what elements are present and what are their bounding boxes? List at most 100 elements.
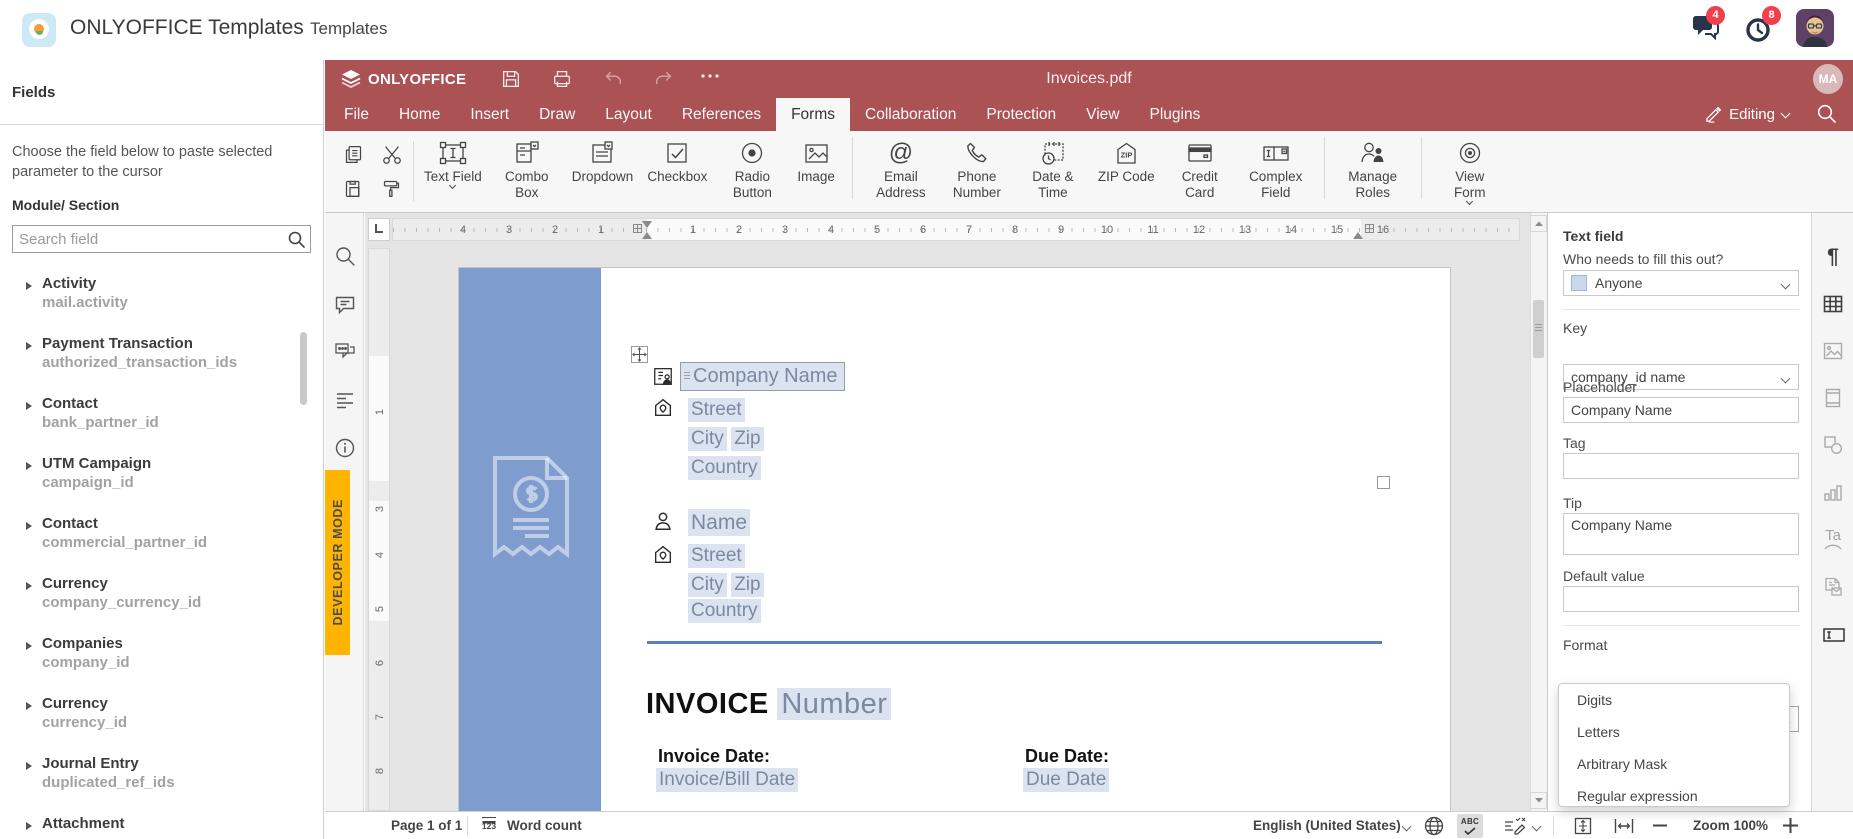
field-anchor-marker[interactable] xyxy=(1377,476,1390,489)
module-list-item[interactable]: Payment Transaction authorized_transacti… xyxy=(0,326,296,386)
right-indent-marker[interactable] xyxy=(1353,232,1363,239)
language-selector[interactable]: English (United States) xyxy=(1253,818,1401,833)
module-list-item[interactable]: Contact bank_partner_id xyxy=(0,386,296,446)
tip-input[interactable]: Company Name xyxy=(1563,513,1799,555)
print-icon[interactable] xyxy=(551,68,573,90)
image-settings-icon[interactable] xyxy=(1822,340,1844,362)
name-field[interactable]: Name xyxy=(688,509,750,536)
tab-references[interactable]: References xyxy=(667,98,776,131)
tab-layout[interactable]: Layout xyxy=(590,98,667,131)
undo-icon[interactable] xyxy=(602,68,624,90)
expand-arrow-icon[interactable] xyxy=(26,762,32,770)
text-field-button[interactable]: Text Field xyxy=(417,135,489,190)
invoice-date-field[interactable]: Invoice/Bill Date xyxy=(656,768,798,792)
textart-settings-icon[interactable]: Ta xyxy=(1822,528,1844,550)
company-name-field[interactable]: Company Name xyxy=(680,362,845,391)
first-line-indent-marker[interactable] xyxy=(642,221,652,228)
headers-footers-settings-icon[interactable] xyxy=(1822,387,1844,409)
word-count-label[interactable]: Word count xyxy=(507,818,582,833)
chat-panel-icon[interactable] xyxy=(334,341,356,363)
about-icon[interactable] xyxy=(334,437,356,459)
role-dropdown[interactable]: Anyone xyxy=(1563,270,1799,296)
invoice-number-field[interactable]: Number xyxy=(777,688,891,720)
cut-icon[interactable] xyxy=(381,144,403,166)
table-column-marker-icon[interactable] xyxy=(1365,224,1374,233)
paste-icon[interactable] xyxy=(343,178,365,200)
placeholder-input[interactable] xyxy=(1563,397,1799,423)
expand-arrow-icon[interactable] xyxy=(26,282,32,290)
expand-arrow-icon[interactable] xyxy=(26,462,32,470)
chart-settings-icon[interactable] xyxy=(1822,481,1844,503)
block-move-handle[interactable] xyxy=(631,346,648,363)
horizontal-ruler[interactable]: 4321 12345678910111213141516 xyxy=(392,218,1520,241)
scroll-up-icon[interactable] xyxy=(1530,215,1547,232)
navigation-icon[interactable] xyxy=(334,389,356,411)
zoom-out-button[interactable] xyxy=(1653,824,1667,827)
editor-search-icon[interactable] xyxy=(1816,103,1837,124)
spellcheck-toggle[interactable]: ABC xyxy=(1457,814,1483,838)
radio-button-button[interactable]: Radio Button xyxy=(714,135,790,203)
default-value-input[interactable] xyxy=(1563,586,1799,612)
more-icon[interactable] xyxy=(700,72,722,94)
table-settings-icon[interactable] xyxy=(1822,293,1844,315)
view-form-button[interactable]: View Form xyxy=(1432,135,1508,206)
collaborator-avatar[interactable]: MA xyxy=(1813,64,1843,94)
vertical-ruler[interactable]: 1345678 xyxy=(368,248,390,811)
comments-icon[interactable] xyxy=(334,293,356,315)
page-indicator[interactable]: Page 1 of 1 xyxy=(391,818,462,833)
tab-view[interactable]: View xyxy=(1071,98,1134,131)
format-option[interactable]: Digits xyxy=(1559,684,1789,716)
city-zip-fields[interactable]: City Zip xyxy=(688,573,764,597)
field-drag-grip[interactable] xyxy=(684,372,690,373)
tab-draw[interactable]: Draw xyxy=(524,98,590,131)
checkbox-button[interactable]: Checkbox xyxy=(640,135,714,187)
expand-arrow-icon[interactable] xyxy=(26,822,32,830)
user-avatar[interactable] xyxy=(1796,9,1834,47)
sidebar-scrollbar[interactable] xyxy=(300,332,307,405)
expand-arrow-icon[interactable] xyxy=(26,702,32,710)
credit-card-button[interactable]: Credit Card xyxy=(1162,135,1238,203)
dropdown-button[interactable]: Dropdown xyxy=(565,135,641,187)
module-list-item[interactable]: UTM Campaign campaign_id xyxy=(0,446,296,506)
left-indent-marker[interactable] xyxy=(642,232,652,239)
module-list-item[interactable]: Currency currency_id xyxy=(0,686,296,746)
module-list-item[interactable]: Companies company_id xyxy=(0,626,296,686)
tab-protection[interactable]: Protection xyxy=(971,98,1071,131)
fit-width-icon[interactable] xyxy=(1613,816,1635,836)
country-field[interactable]: Country xyxy=(688,456,761,480)
table-column-marker-icon[interactable] xyxy=(633,224,642,233)
tag-input[interactable] xyxy=(1563,453,1799,479)
due-date-field[interactable]: Due Date xyxy=(1023,768,1109,792)
tab-insert[interactable]: Insert xyxy=(455,98,524,131)
format-option[interactable]: Letters xyxy=(1559,716,1789,748)
redo-icon[interactable] xyxy=(653,68,675,90)
tab-home[interactable]: Home xyxy=(384,98,455,131)
module-list-item[interactable]: Currency company_currency_id xyxy=(0,566,296,626)
zoom-in-button[interactable] xyxy=(1783,818,1798,833)
tab-plugins[interactable]: Plugins xyxy=(1134,98,1215,131)
expand-arrow-icon[interactable] xyxy=(26,522,32,530)
search-input[interactable] xyxy=(19,226,284,252)
fit-page-icon[interactable] xyxy=(1573,816,1593,836)
expand-arrow-icon[interactable] xyxy=(26,642,32,650)
document-page[interactable]: INVOICE Company Name Street City Zip Cou… xyxy=(458,267,1451,811)
track-changes-icon[interactable] xyxy=(1503,816,1527,836)
street-field[interactable]: Street xyxy=(688,544,745,568)
street-field[interactable]: Street xyxy=(688,398,745,422)
email-address-button[interactable]: @ Email Address xyxy=(863,135,939,203)
find-icon[interactable] xyxy=(334,245,356,267)
city-zip-fields[interactable]: City Zip xyxy=(688,427,764,451)
complex-field-button[interactable]: Complex Field xyxy=(1238,135,1314,203)
combo-box-button[interactable]: Combo Box xyxy=(489,135,565,203)
expand-arrow-icon[interactable] xyxy=(26,342,32,350)
tab-collaboration[interactable]: Collaboration xyxy=(850,98,971,131)
module-list-item[interactable]: Contact commercial_partner_id xyxy=(0,506,296,566)
zip-code-button[interactable]: ZIP ZIP Code xyxy=(1091,135,1162,187)
shape-settings-icon[interactable] xyxy=(1822,434,1844,456)
module-list-item[interactable]: Attachment xyxy=(0,806,296,839)
tab-stop-selector[interactable] xyxy=(368,218,390,241)
paragraph-settings-icon[interactable]: ¶ xyxy=(1822,246,1844,268)
scroll-down-icon[interactable] xyxy=(1530,792,1547,809)
form-settings-icon[interactable] xyxy=(1822,625,1844,647)
menu-item-templates[interactable]: Templates xyxy=(310,19,387,39)
